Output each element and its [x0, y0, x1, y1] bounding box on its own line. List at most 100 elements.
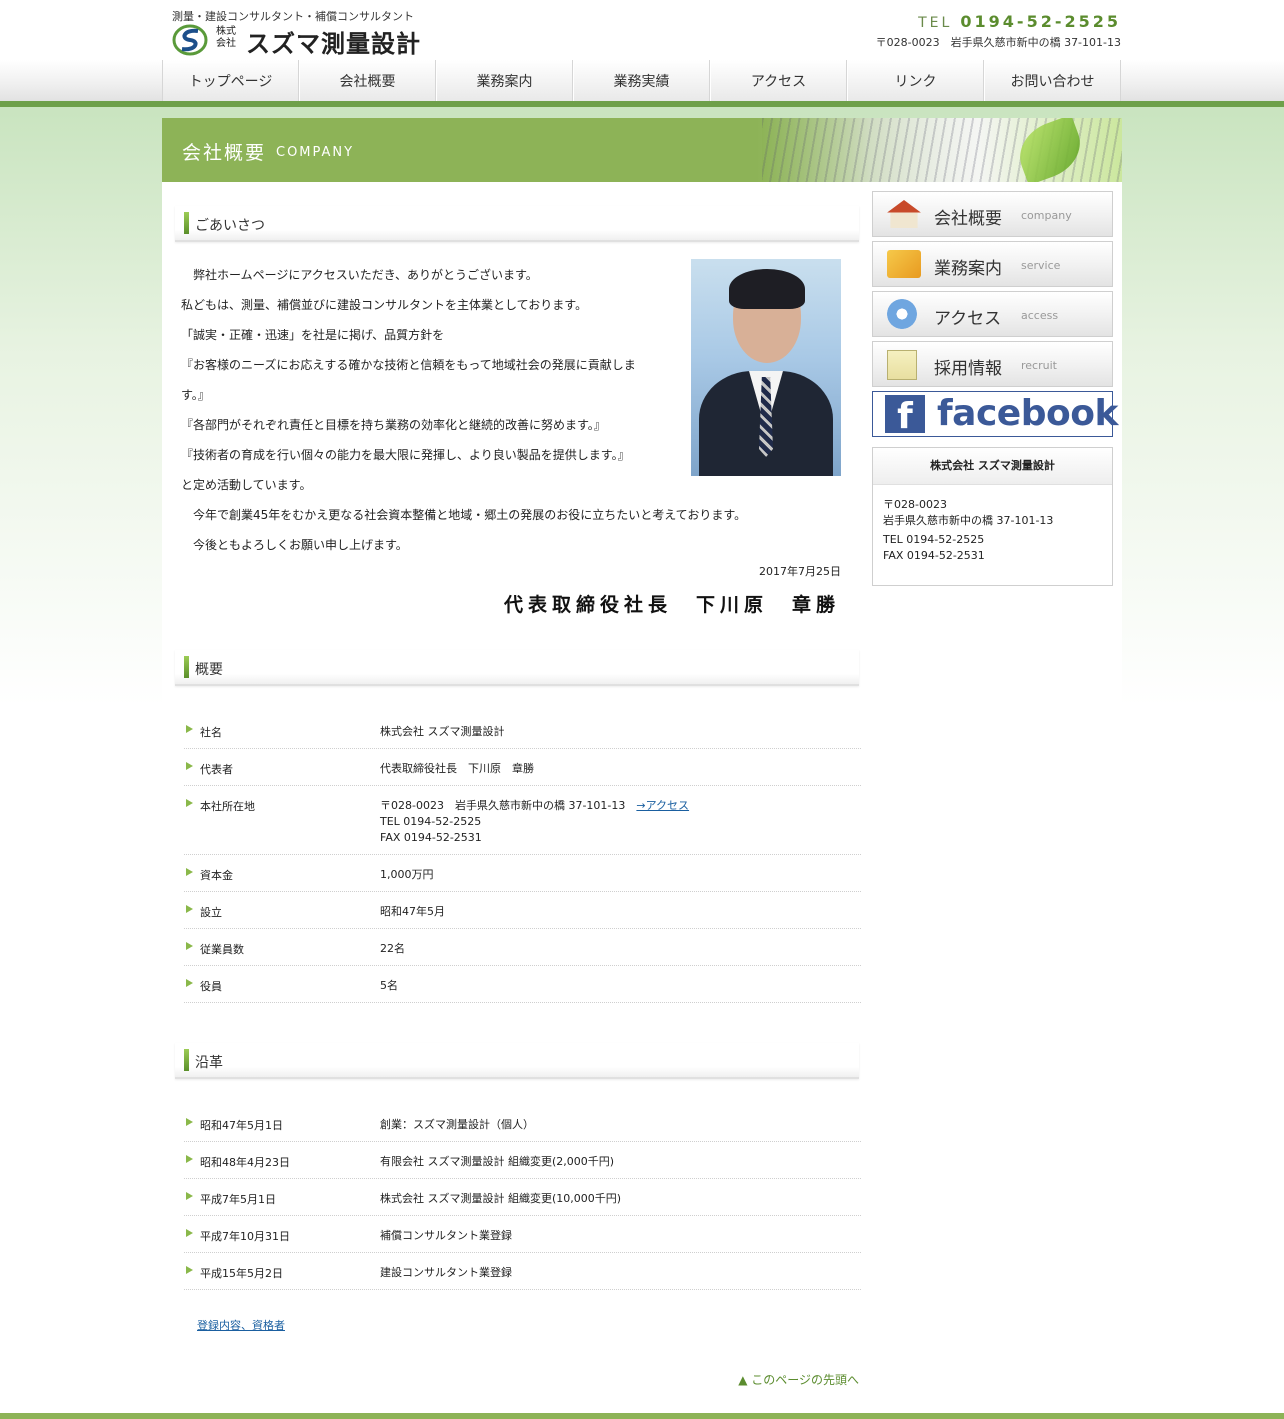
header-tagline: 測量・建設コンサルタント・補償コンサルタント: [172, 10, 414, 23]
nav-item-company[interactable]: 会社概要: [299, 60, 436, 101]
bullet-arrow-icon: [186, 1155, 193, 1163]
table-row: 昭和48年4月23日 有限会社 スズマ測量設計 組織変更(2,000千円): [184, 1154, 861, 1179]
section-heading-overview: 概要: [175, 650, 859, 686]
footer-divider: [0, 1413, 1284, 1419]
row-label: 本社所在地: [200, 800, 255, 813]
document-icon: [887, 350, 917, 380]
page-title-banner: 会社概要 COMPANY: [162, 118, 1122, 182]
nav-item-service[interactable]: 業務案内: [436, 60, 573, 101]
row-value: 株式会社 スズマ測量設計: [380, 725, 505, 738]
logo-kabushiki: 株式会社: [216, 26, 236, 49]
greeting-line: と定め活動しています。: [181, 478, 312, 492]
logo-company-name[interactable]: スズマ測量設計: [246, 24, 421, 59]
nav-divider: [0, 101, 1284, 107]
president-signature: 代表取締役社長 下川原 章勝: [503, 594, 840, 616]
nav-item-works[interactable]: 業務実績: [573, 60, 710, 101]
greeting-line: 『技術者の育成を行い個々の能力を最大限に発揮し、より良い製品を提供します。』: [181, 448, 630, 462]
row-label: 資本金: [200, 869, 233, 882]
global-nav: トップページ 会社概要 業務案内 業務実績 アクセス リンク お問い合わせ: [162, 60, 1121, 101]
bullet-arrow-icon: [186, 1229, 193, 1237]
facebook-text: facebook: [937, 393, 1118, 434]
greeting-line: 『各部門がそれぞれ責任と目標を持ち業務の効率化と継続的改善に努めます。』: [181, 418, 606, 432]
bullet-arrow-icon: [186, 979, 193, 987]
sidebar-item-sublabel: service: [1021, 259, 1061, 272]
row-label: 平成7年10月31日: [200, 1230, 290, 1243]
sidebar-item-sublabel: company: [1021, 209, 1072, 222]
row-label: 設立: [200, 906, 222, 919]
row-label: 従業員数: [200, 943, 244, 956]
bullet-arrow-icon: [186, 868, 193, 876]
row-label: 平成15年5月2日: [200, 1267, 283, 1280]
company-info-box: 株式会社 スズマ測量設計 〒028-0023 岩手県久慈市新中の橋 37-101…: [872, 447, 1113, 586]
sidebar-item-service[interactable]: 業務案内 service: [872, 241, 1113, 287]
section-heading-history: 沿革: [175, 1043, 859, 1079]
bullet-arrow-icon: [186, 762, 193, 770]
row-label: 役員: [200, 980, 222, 993]
bullet-arrow-icon: [186, 1192, 193, 1200]
table-row: 設立 昭和47年5月: [184, 904, 861, 929]
compass-icon: [887, 299, 917, 329]
row-label: 昭和47年5月1日: [200, 1119, 283, 1132]
row-value: 創業：スズマ測量設計（個人）: [380, 1118, 534, 1131]
info-fax: FAX 0194-52-2531: [883, 549, 985, 562]
greeting-date: 2017年7月25日: [759, 565, 841, 578]
table-row: 平成15年5月2日 建設コンサルタント業登録: [184, 1265, 861, 1290]
row-label: 社名: [200, 726, 222, 739]
company-logo-icon[interactable]: [172, 23, 208, 57]
page-top-link[interactable]: ▲ このページの先頭へ: [738, 1371, 859, 1388]
info-tel: TEL 0194-52-2525: [883, 533, 985, 546]
row-value: 代表取締役社長 下川原 章勝: [380, 762, 534, 775]
info-title: 株式会社 スズマ測量設計: [873, 448, 1112, 485]
registration-link[interactable]: 登録内容、資格者: [197, 1317, 285, 1333]
header-phone: TEL 0194-52-2525: [918, 12, 1121, 31]
heading-text: 概要: [195, 662, 223, 678]
row-label: 代表者: [200, 763, 233, 776]
bullet-arrow-icon: [186, 905, 193, 913]
page-title-en: COMPANY: [276, 145, 355, 160]
facebook-banner[interactable]: f facebook: [872, 391, 1118, 437]
bullet-arrow-icon: [186, 1118, 193, 1126]
sidebar-item-sublabel: access: [1021, 309, 1059, 322]
table-row: 代表者 代表取締役社長 下川原 章勝: [184, 761, 861, 786]
nav-item-links[interactable]: リンク: [847, 60, 984, 101]
sidebar-item-label: 会社概要: [934, 209, 1002, 229]
row-value: 建設コンサルタント業登録: [380, 1266, 512, 1279]
heading-bar: [184, 1049, 189, 1071]
bullet-arrow-icon: [186, 799, 193, 807]
row-value: 昭和47年5月: [380, 905, 445, 918]
greeting-line: す。』: [181, 388, 210, 402]
sidebar-item-label: アクセス: [934, 309, 1002, 329]
greeting-line: 「誠実・正確・迅速」を社是に掲げ、品質方針を: [181, 328, 445, 342]
row-value: 補償コンサルタント業登録: [380, 1229, 512, 1242]
bullet-arrow-icon: [186, 942, 193, 950]
sidebar-item-label: 業務案内: [934, 259, 1002, 279]
access-link[interactable]: →アクセス: [636, 799, 689, 812]
address-text: 〒028-0023 岩手県久慈市新中の橋 37-101-13: [380, 799, 626, 812]
info-zip: 〒028-0023: [883, 498, 947, 511]
bullet-arrow-icon: [186, 725, 193, 733]
row-value: 〒028-0023 岩手県久慈市新中の橋 37-101-13 →アクセス TEL…: [380, 798, 689, 846]
sidebar-item-recruit[interactable]: 採用情報 recruit: [872, 341, 1113, 387]
row-value: 有限会社 スズマ測量設計 組織変更(2,000千円): [380, 1155, 615, 1168]
row-label: 平成7年5月1日: [200, 1193, 276, 1206]
table-row: 資本金 1,000万円: [184, 867, 861, 892]
nav-item-access[interactable]: アクセス: [710, 60, 847, 101]
sidebar-item-access[interactable]: アクセス access: [872, 291, 1113, 337]
nav-item-contact[interactable]: お問い合わせ: [984, 60, 1121, 101]
facebook-icon: f: [885, 395, 925, 437]
header-address: 〒028-0023 岩手県久慈市新中の橋 37-101-13: [875, 36, 1121, 49]
row-label: 昭和48年4月23日: [200, 1156, 290, 1169]
photo-hair: [729, 269, 805, 309]
sidebar-item-sublabel: recruit: [1021, 359, 1057, 372]
section-heading-greeting: ごあいさつ: [175, 206, 859, 242]
main-container: 会社概要 COMPANY ごあいさつ 弊社ホームページにアクセスいただき、ありが…: [162, 118, 1122, 1419]
nav-item-top[interactable]: トップページ: [162, 60, 299, 101]
sidebar-item-company[interactable]: 会社概要 company: [872, 191, 1113, 237]
president-photo: [691, 259, 841, 476]
table-row: 従業員数 22名: [184, 941, 861, 966]
site-header: 測量・建設コンサルタント・補償コンサルタント 株式会社 スズマ測量設計 TEL …: [0, 0, 1284, 60]
greeting-line: 今後ともよろしくお願い申し上げます。: [181, 538, 408, 552]
tel-text: TEL 0194-52-2525: [380, 815, 482, 828]
greeting-line: 私どもは、測量、補償並びに建設コンサルタントを主体業としております。: [181, 298, 588, 312]
fax-text: FAX 0194-52-2531: [380, 831, 482, 844]
